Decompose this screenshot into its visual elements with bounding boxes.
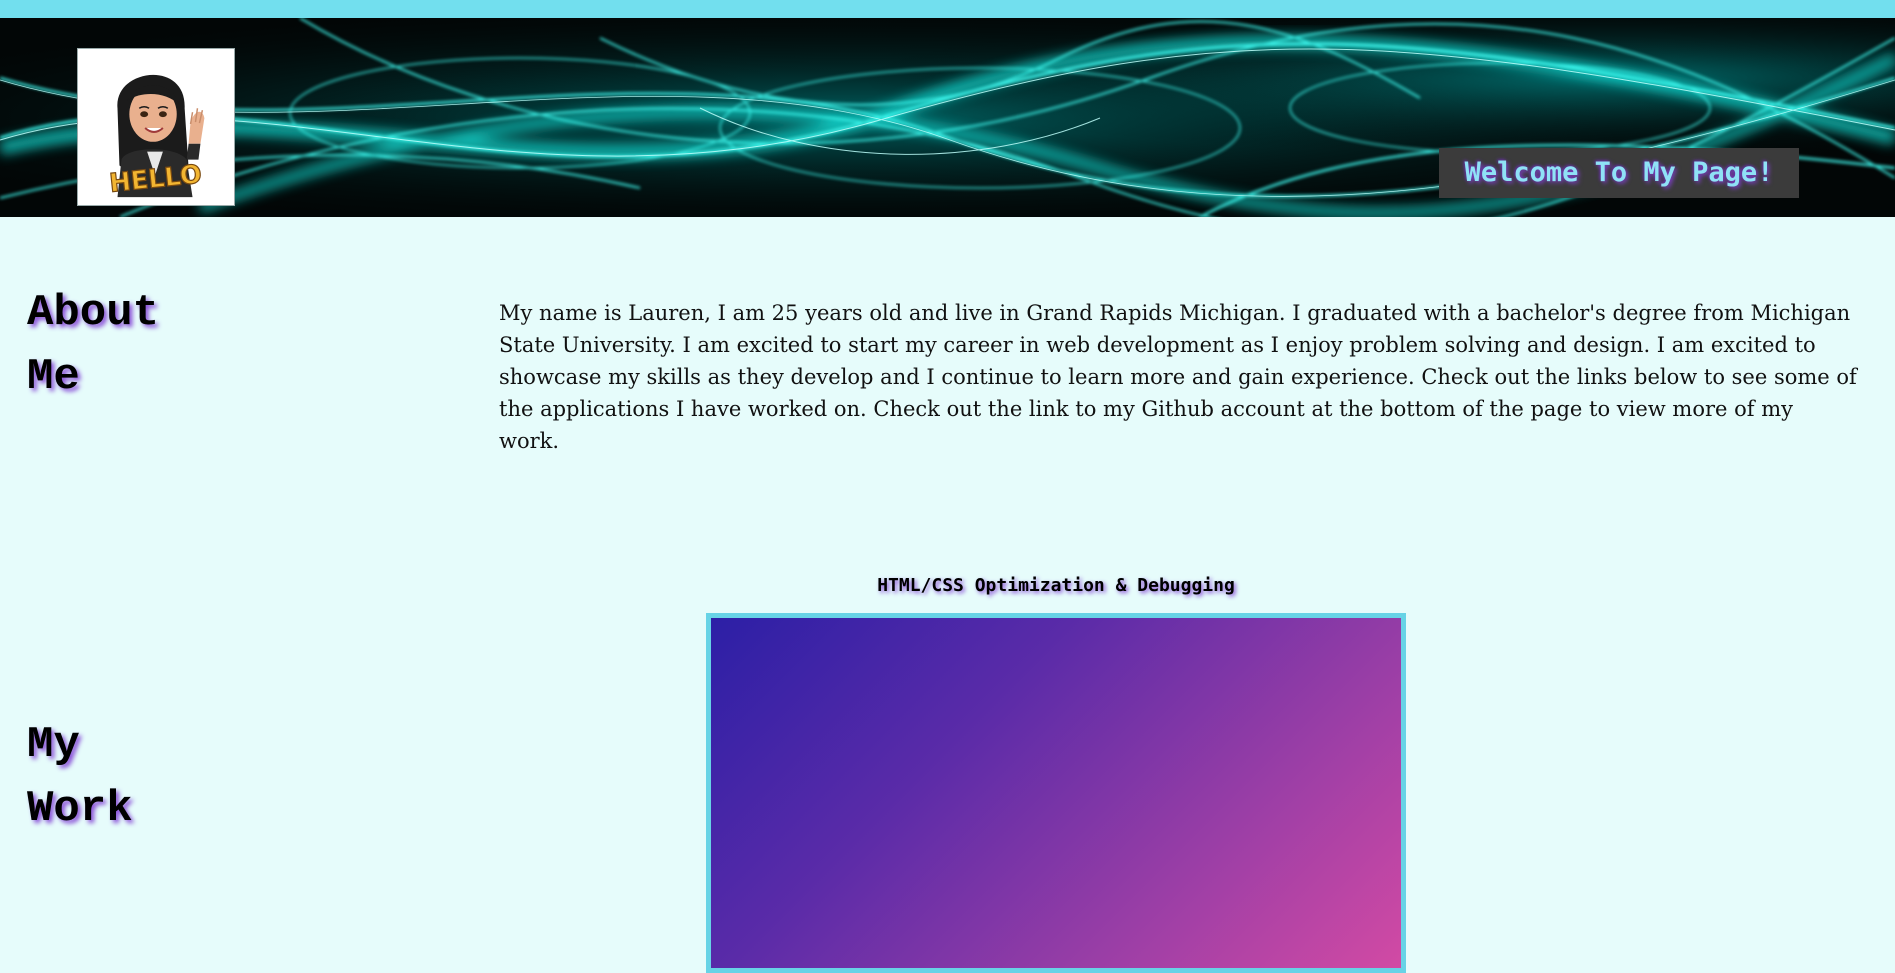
work-heading-line1: My [27, 720, 80, 770]
avatar-illustration: HELLO [78, 49, 234, 205]
project-title[interactable]: HTML/CSS Optimization & Debugging [706, 573, 1406, 599]
about-heading-line2: Me [27, 352, 80, 402]
top-accent-strip [0, 0, 1895, 18]
about-paragraph: My name is Lauren, I am 25 years old and… [499, 301, 1857, 453]
about-heading: About Me [27, 281, 159, 409]
avatar: HELLO [77, 48, 235, 206]
about-heading-line1: About [27, 288, 160, 338]
project-preview-link[interactable] [706, 613, 1406, 973]
hero-banner: HELLO Welcome To My Page! [0, 18, 1895, 217]
work-heading: My Work [27, 713, 133, 841]
work-heading-line2: Work [27, 784, 133, 834]
welcome-banner: Welcome To My Page! [1439, 148, 1799, 198]
